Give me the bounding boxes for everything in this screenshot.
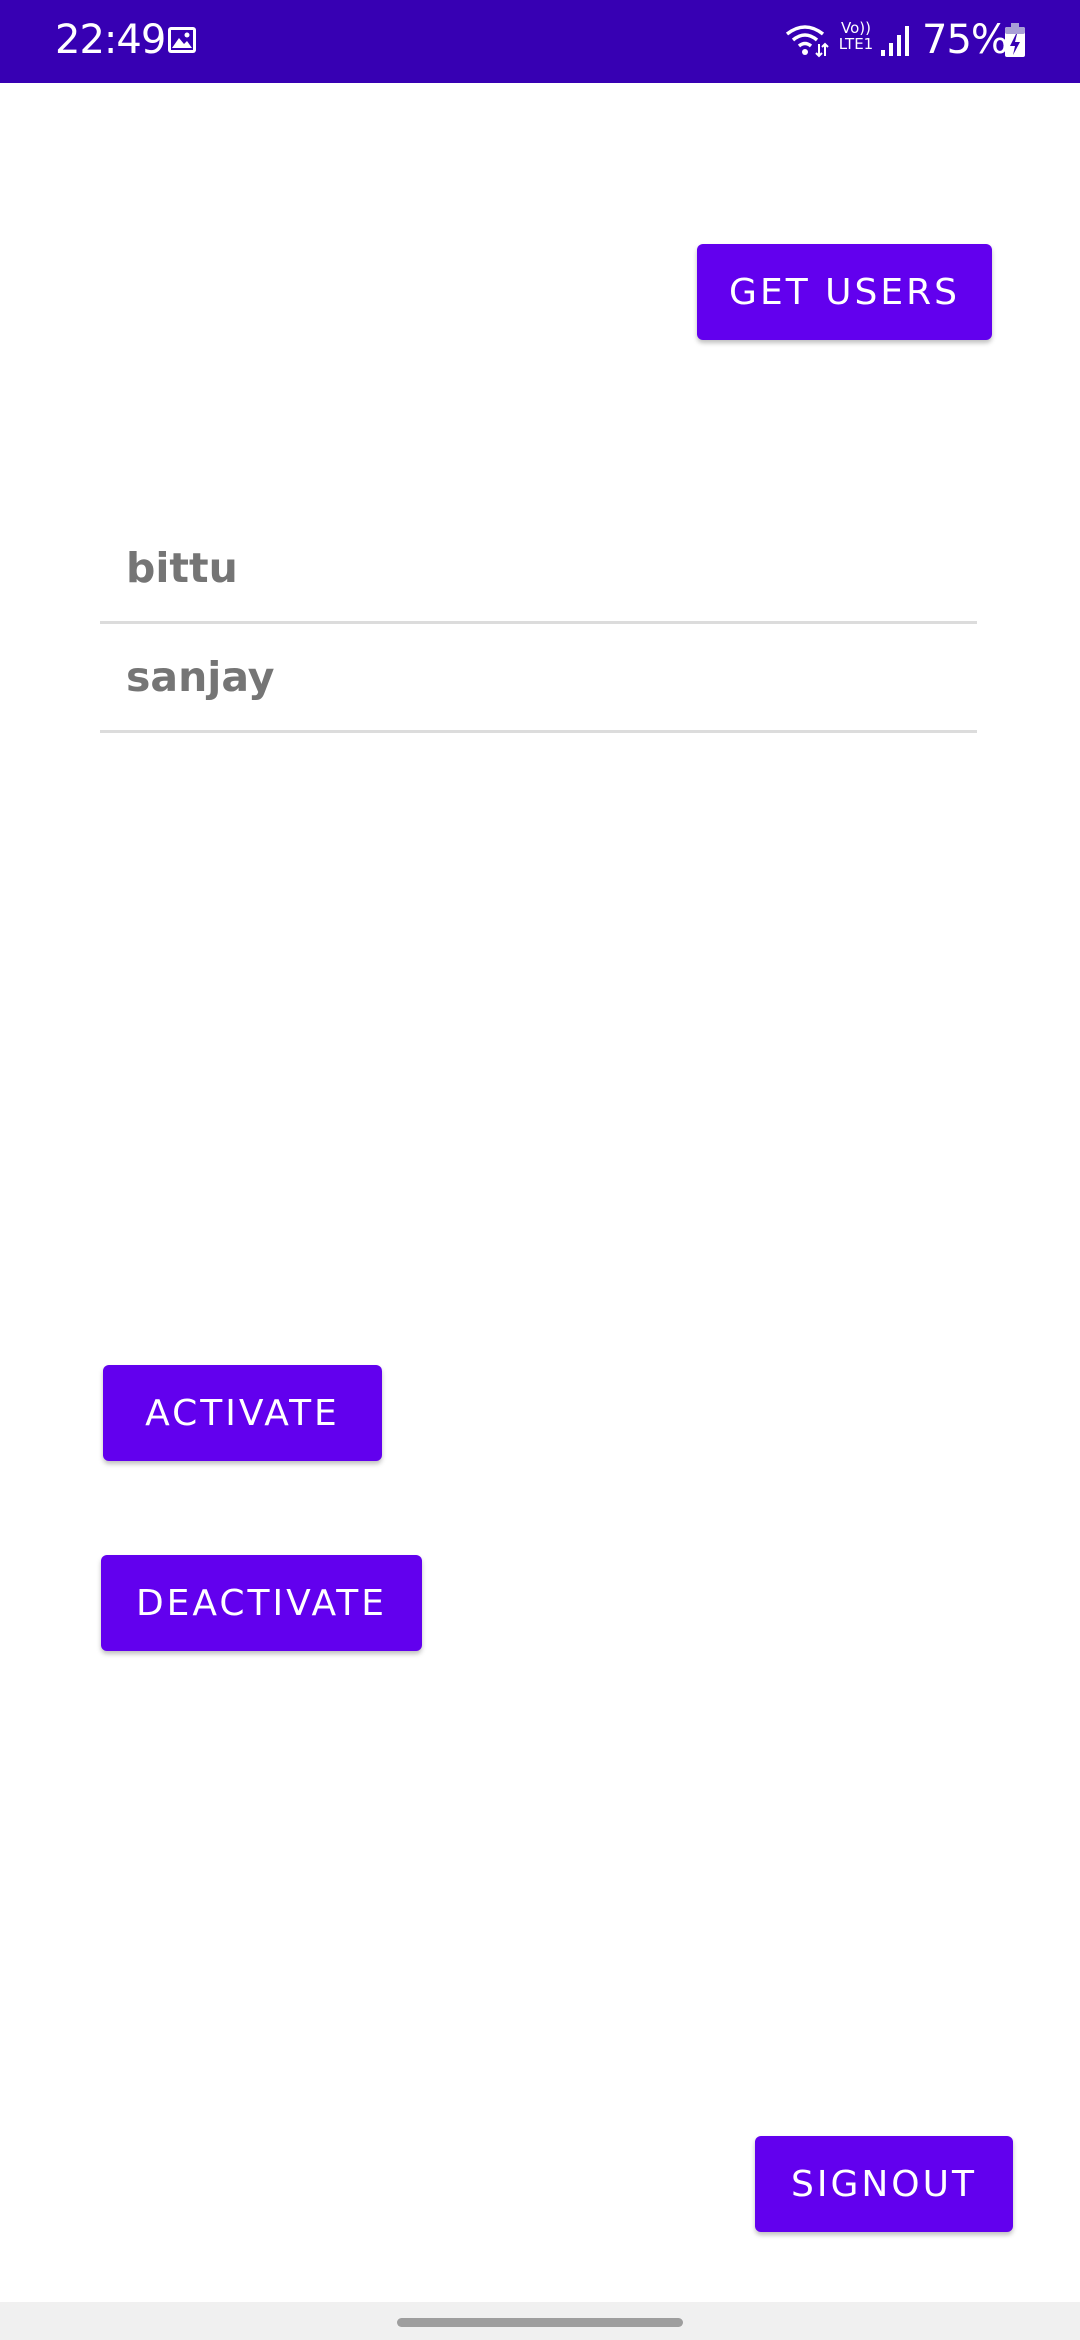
- deactivate-button[interactable]: DEACTIVATE: [101, 1555, 422, 1651]
- wifi-icon: [785, 25, 829, 58]
- navigation-bar: [0, 2302, 1080, 2340]
- user-list: bittu sanjay: [100, 515, 977, 733]
- status-bar: 22:49 Vo)) LTE1 75%: [0, 0, 1080, 83]
- signal-icon: [881, 26, 909, 56]
- list-item[interactable]: sanjay: [100, 624, 977, 733]
- battery-charging-icon: [1005, 23, 1025, 57]
- status-time: 22:49: [55, 17, 166, 63]
- activate-button[interactable]: ACTIVATE: [103, 1365, 382, 1461]
- get-users-button[interactable]: GET USERS: [697, 244, 992, 340]
- signout-button[interactable]: SIGNOUT: [755, 2136, 1013, 2232]
- battery-percentage: 75%: [922, 17, 1009, 63]
- gallery-icon: [168, 27, 196, 53]
- volte-indicator: Vo)) LTE1: [838, 19, 874, 53]
- home-gesture-handle[interactable]: [397, 2318, 683, 2327]
- list-item[interactable]: bittu: [100, 515, 977, 624]
